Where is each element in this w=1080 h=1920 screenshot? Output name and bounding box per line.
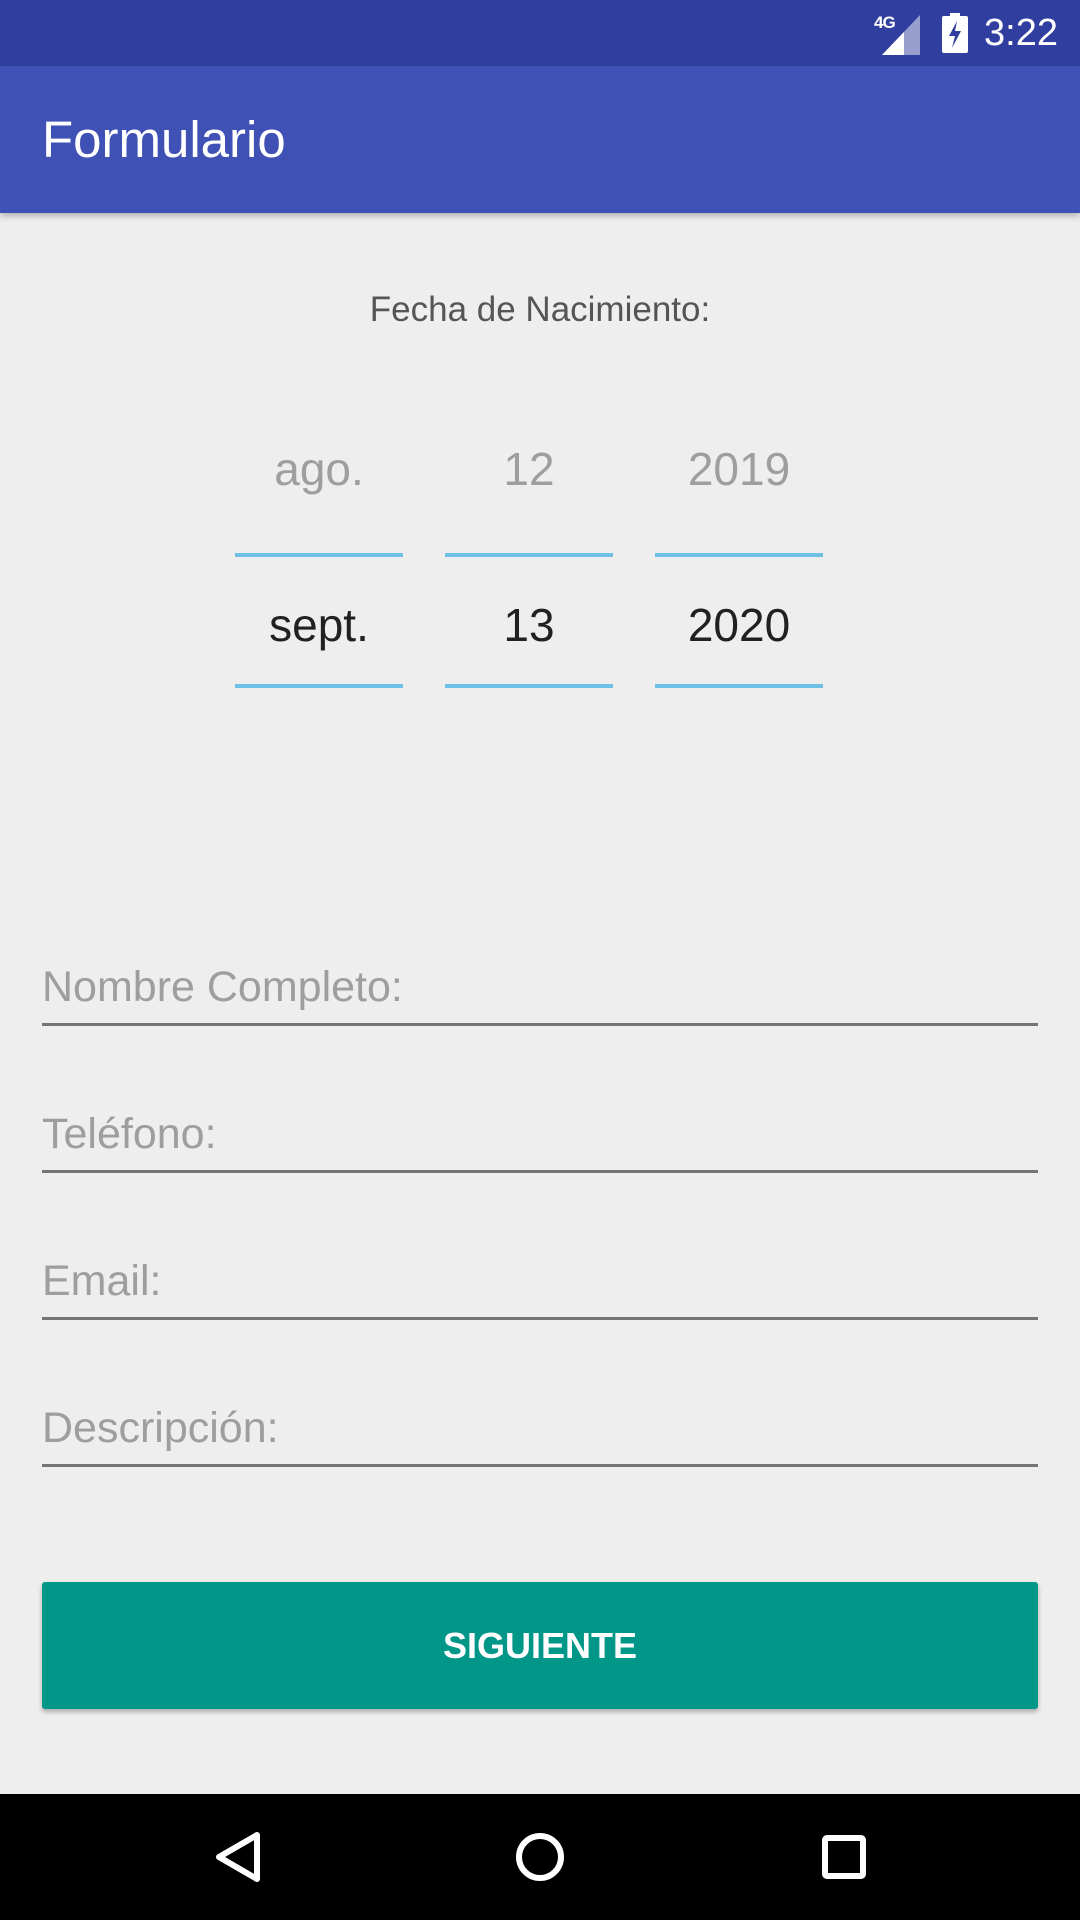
email-placeholder: Email: [42,1257,162,1305]
full-name-field[interactable]: Nombre Completo: [42,946,1038,1026]
clock: 3:22 [984,11,1058,54]
email-field[interactable]: Email: [42,1240,1038,1320]
month-picker-divider-top [235,553,403,557]
full-name-underline [42,1023,1038,1026]
email-underline [42,1317,1038,1320]
status-bar: 4G 3:22 [0,0,1080,66]
status-icons: 4G 3:22 [874,0,1058,66]
month-previous-value[interactable]: ago. [235,442,403,496]
birth-date-label: Fecha de Nacimiento: [369,290,711,329]
phone-underline [42,1170,1038,1173]
month-picker-divider-bottom [235,684,403,688]
recents-icon[interactable] [804,1817,884,1897]
year-picker[interactable]: 2019 2020 [655,400,823,700]
app-bar: Formulario [0,66,1080,213]
day-picker-divider-top [445,553,613,557]
next-button[interactable]: SIGUIENTE [42,1582,1038,1709]
navigation-bar [0,1794,1080,1920]
phone-field[interactable]: Teléfono: [42,1093,1038,1173]
day-selected-value[interactable]: 13 [445,598,613,652]
description-placeholder: Descripción: [42,1404,279,1452]
screen: 4G 3:22 Formulario Fecha de Nacimiento: … [0,0,1080,1920]
month-selected-value[interactable]: sept. [235,598,403,652]
app-title: Formulario [42,111,286,168]
year-previous-value[interactable]: 2019 [655,442,823,496]
back-icon[interactable] [197,1817,277,1897]
phone-placeholder: Teléfono: [42,1110,217,1158]
month-picker[interactable]: ago. sept. [235,400,403,700]
description-field[interactable]: Descripción: [42,1387,1038,1467]
home-icon[interactable] [500,1817,580,1897]
battery-charging-icon [942,13,969,53]
year-selected-value[interactable]: 2020 [655,598,823,652]
year-picker-divider-top [655,553,823,557]
signal-icon: 4G [874,9,922,57]
full-name-placeholder: Nombre Completo: [42,963,403,1011]
day-picker-divider-bottom [445,684,613,688]
day-previous-value[interactable]: 12 [445,442,613,496]
day-picker[interactable]: 12 13 [445,400,613,700]
year-picker-divider-bottom [655,684,823,688]
description-underline [42,1464,1038,1467]
